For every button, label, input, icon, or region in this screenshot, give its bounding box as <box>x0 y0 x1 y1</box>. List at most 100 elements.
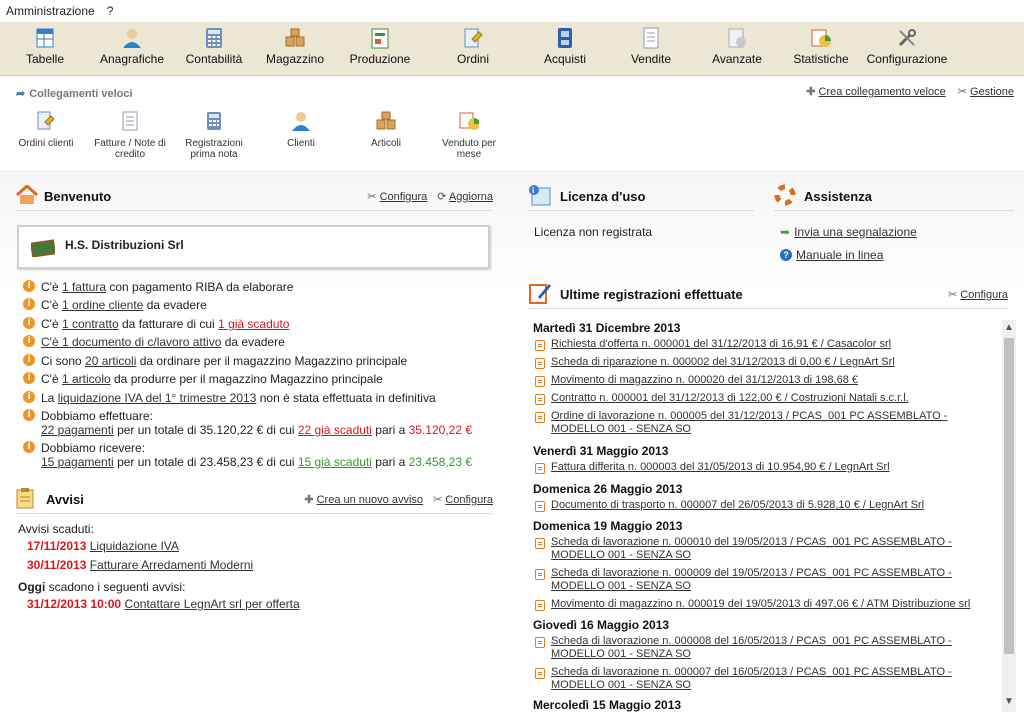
registrations-configure-link[interactable]: ✂ Configura <box>948 288 1008 301</box>
create-notice-link[interactable]: ✚ Crea un nuovo avviso <box>304 493 423 506</box>
article-link[interactable]: 1 articolo <box>62 372 111 386</box>
document-icon <box>535 501 545 512</box>
customer-order-link[interactable]: 1 ordine cliente <box>62 298 143 312</box>
quick-link-label: Fatture / Note di credito <box>94 138 166 160</box>
articles-link[interactable]: 20 articoli <box>85 354 136 368</box>
vat-settlement-link[interactable]: liquidazione IVA del 1° trimestre 2013 <box>58 391 257 405</box>
info-icon: i <box>23 317 35 329</box>
notice-date: 17/11/2013 <box>27 539 87 553</box>
quick-link-journal-entries[interactable]: Registrazioni prima nota <box>174 110 254 160</box>
menu-administration[interactable]: Amministrazione <box>6 4 95 18</box>
menu-bar: Amministrazione ? <box>0 0 1024 22</box>
today-notices-label: Oggi scadono i seguenti avvisi: <box>18 580 185 594</box>
expired-receivables-link[interactable]: 15 già scaduti <box>298 455 372 469</box>
scroll-up-arrow[interactable]: ▲ <box>1002 322 1016 336</box>
work-document-link[interactable]: C'è 1 documento di c/lavoro attivo <box>41 335 221 349</box>
receivables-link[interactable]: 15 pagamenti <box>41 455 114 469</box>
quick-link-customers[interactable]: Clienti <box>261 110 341 149</box>
document-icon <box>535 668 545 679</box>
notice-text: pari a <box>371 455 409 469</box>
report-issue-link[interactable]: ➥ Invia una segnalazione <box>780 225 917 239</box>
invoice-link[interactable]: 1 fattura <box>62 280 106 294</box>
notice-link[interactable]: Contattare LegnArt srl per offerta <box>124 597 299 611</box>
toolbar-tables-button[interactable]: Tabelle <box>0 22 90 76</box>
document-icon <box>535 637 545 648</box>
registration-item[interactable]: Ordine di lavorazione n. 000005 del 31/1… <box>535 410 985 436</box>
scroll-thumb[interactable] <box>1004 338 1014 654</box>
registration-link: Richiesta d'offerta n. 000001 del 31/12/… <box>551 338 892 350</box>
contract-link[interactable]: 1 contratto <box>62 317 119 331</box>
notice-text: da evadere <box>143 298 207 312</box>
notice-contract: i C'è 1 contratto da fatturare di cui 1 g… <box>23 317 289 331</box>
notices-configure-link[interactable]: ✂ Configura <box>433 493 493 506</box>
create-quick-link[interactable]: ✚ Crea collegamento veloce <box>806 85 945 98</box>
registration-item[interactable]: Scheda di lavorazione n. 000008 del 16/0… <box>535 635 985 661</box>
toolbar-label: Acquisti <box>543 52 587 66</box>
quick-link-invoices[interactable]: Fatture / Note di credito <box>90 110 170 160</box>
online-manual-link[interactable]: ? Manuale in linea <box>780 248 883 262</box>
notice-link[interactable]: Fatturare Arredamenti Moderni <box>90 558 253 572</box>
toolbar-registry-button[interactable]: Anagrafiche <box>90 22 174 76</box>
toolbar-warehouse-button[interactable]: Magazzino <box>254 22 336 76</box>
notice-text: da fatturare di cui <box>118 317 219 331</box>
toolbar-label: Avanzate <box>712 52 762 66</box>
toolbar-label: Produzione <box>349 52 411 66</box>
expired-contract-link[interactable]: 1 già scaduto <box>218 317 289 331</box>
expired-payments-link[interactable]: 22 già scaduti <box>298 423 372 437</box>
welcome-configure-link[interactable]: ✂ Configura <box>367 190 427 203</box>
document-icon <box>535 358 545 369</box>
quick-link-label: Ordini clienti <box>18 138 74 149</box>
quick-link-customer-orders[interactable]: Ordini clienti <box>6 110 86 149</box>
tools-icon: ✂ <box>957 86 967 98</box>
toolbar-configuration-button[interactable]: Configurazione <box>862 22 952 76</box>
toolbar-accounting-button[interactable]: Contabilità <box>174 22 254 76</box>
day-heading: Mercoledì 15 Maggio 2013 <box>533 698 682 712</box>
support-panel-header: Assistenza <box>774 183 1014 211</box>
registrations-panel-header: Ultime registrazioni effettuate ✂ Config… <box>528 281 1008 309</box>
notice-riba-invoice: i C'è 1 fattura con pagamento RIBA da ela… <box>23 280 293 294</box>
registration-item[interactable]: Movimento di magazzino n. 000020 del 31/… <box>535 374 985 387</box>
company-name: H.S. Distribuzioni Srl <box>65 238 184 252</box>
menu-help[interactable]: ? <box>107 4 114 18</box>
registration-item[interactable]: Scheda di riparazione n. 000002 del 31/1… <box>535 356 985 369</box>
invoice-icon <box>120 110 140 132</box>
welcome-refresh-link[interactable]: ⟳ Aggiorna <box>437 190 493 203</box>
toolbar-advanced-button[interactable]: Avanzate <box>694 22 780 76</box>
toolbar-statistics-button[interactable]: Statistiche <box>780 22 862 76</box>
toolbar-purchases-button[interactable]: Acquisti <box>522 22 608 76</box>
quick-links-panel: ➦ Collegamenti veloci ✚ Crea collegament… <box>0 76 1024 172</box>
edit-icon <box>528 281 552 308</box>
tools-icon: ✂ <box>433 494 443 506</box>
support-title: Assistenza <box>804 189 872 204</box>
registration-item[interactable]: Richiesta d'offerta n. 000001 del 31/12/… <box>535 338 985 351</box>
toolbar-orders-button[interactable]: Ordini <box>424 22 522 76</box>
registration-item[interactable]: Movimento di magazzino n. 000019 del 19/… <box>535 598 985 611</box>
welcome-title: Benvenuto <box>44 189 112 204</box>
registrations-scrollbar[interactable]: ▲ ▼ <box>1002 320 1016 712</box>
toolbar-sales-button[interactable]: Vendite <box>608 22 694 76</box>
scroll-down-arrow[interactable]: ▼ <box>1002 696 1016 710</box>
notice-vat-settlement: i La liquidazione IVA del 1° trimestre 20… <box>23 391 436 405</box>
statistics-icon <box>810 26 832 50</box>
toolbar-production-button[interactable]: Produzione <box>336 22 424 76</box>
manage-quick-links[interactable]: ✂ Gestione <box>958 85 1014 98</box>
document-icon <box>535 569 545 580</box>
registration-item[interactable]: Scheda di lavorazione n. 000007 del 16/0… <box>535 666 985 692</box>
license-info-icon: i <box>528 184 552 209</box>
quick-link-articles[interactable]: Articoli <box>346 110 426 149</box>
notices-panel-header: Avvisi ✚ Crea un nuovo avviso ✂ Configur… <box>16 486 493 514</box>
registration-item[interactable]: Scheda di lavorazione n. 000010 del 19/0… <box>535 536 985 562</box>
registration-link: Documento di trasporto n. 000007 del 26/… <box>551 499 925 511</box>
toolbar-label: Configurazione <box>866 52 948 66</box>
notice-text: da produrre per il magazzino Magazzino p… <box>110 372 383 386</box>
online-manual-label: Manuale in linea <box>796 248 884 262</box>
notice-heading: Dobbiamo ricevere: <box>41 441 146 455</box>
registration-item[interactable]: Fattura differita n. 000003 del 31/05/20… <box>535 461 985 474</box>
registration-item[interactable]: Contratto n. 000001 del 31/12/2013 di 12… <box>535 392 985 405</box>
registration-item[interactable]: Documento di trasporto n. 000007 del 26/… <box>535 499 985 512</box>
toolbar-label: Ordini <box>456 52 489 66</box>
quick-link-sold-per-month[interactable]: Venduto per mese <box>431 110 507 160</box>
payments-link[interactable]: 22 pagamenti <box>41 423 114 437</box>
notice-link[interactable]: Liquidazione IVA <box>90 539 179 553</box>
registration-item[interactable]: Scheda di lavorazione n. 000009 del 19/0… <box>535 567 985 593</box>
